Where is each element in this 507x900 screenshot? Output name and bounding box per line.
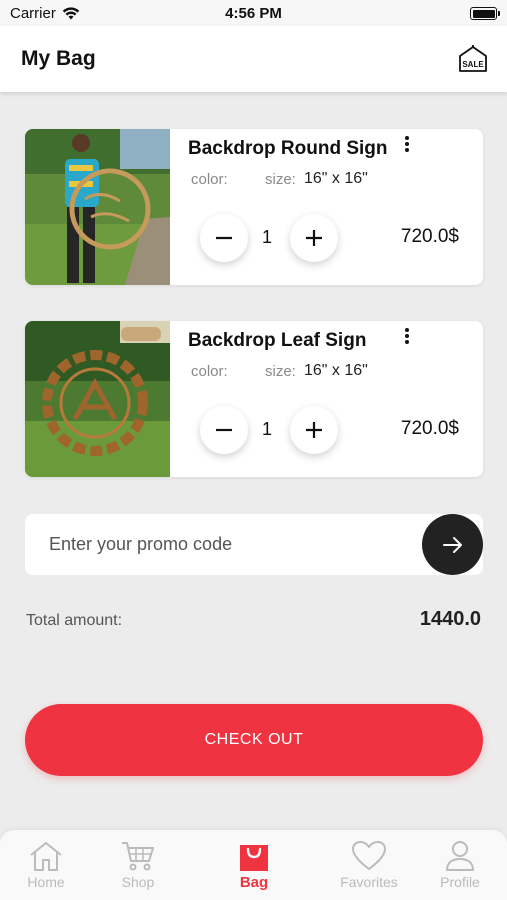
- bag-item-card: Backdrop Round Sign color: size: 16" x 1…: [25, 129, 483, 285]
- sale-tag-button[interactable]: SALE: [457, 43, 489, 75]
- total-amount-label: Total amount:: [26, 612, 123, 629]
- total-amount-value: 1440.0: [419, 608, 481, 630]
- quantity-value: 1: [262, 227, 273, 247]
- promo-code-box: [25, 514, 483, 575]
- tab-label: Profile: [440, 874, 480, 890]
- item-price: 720.0$: [400, 226, 459, 247]
- minus-icon: [216, 428, 232, 432]
- bag-item-card: Backdrop Leaf Sign color: size: 16" x 16…: [25, 321, 483, 477]
- app-header: My Bag SALE: [0, 26, 507, 92]
- plus-icon: [306, 230, 322, 246]
- profile-icon: [446, 841, 474, 871]
- tab-label: Home: [27, 874, 65, 890]
- product-name: Backdrop Leaf Sign: [188, 330, 367, 351]
- product-image-round-sign[interactable]: [25, 129, 170, 285]
- product-name: Backdrop Round Sign: [188, 138, 388, 159]
- tab-profile[interactable]: Profile: [420, 840, 500, 890]
- decrease-quantity-button[interactable]: [200, 214, 248, 262]
- sale-tag-icon: SALE: [459, 45, 487, 72]
- item-price: 720.0$: [400, 418, 459, 439]
- increase-quantity-button[interactable]: [290, 406, 338, 454]
- sale-tag-text: SALE: [462, 60, 484, 69]
- quantity-value: 1: [262, 419, 273, 439]
- status-time: 4:56 PM: [225, 5, 282, 22]
- home-icon: [30, 842, 62, 871]
- size-value: 16" x 16": [304, 170, 368, 187]
- checkout-button[interactable]: CHECK OUT: [25, 704, 483, 776]
- page-title: My Bag: [21, 47, 96, 70]
- bag-icon: [240, 845, 268, 871]
- more-options-icon[interactable]: [399, 326, 415, 350]
- bottom-tab-bar: Home Shop Bag Favorites Profile: [0, 830, 507, 900]
- color-label: color:: [191, 363, 228, 380]
- tab-label: Bag: [239, 874, 269, 891]
- status-bar: Carrier 4:56 PM: [0, 0, 507, 26]
- product-image-leaf-sign[interactable]: [25, 321, 170, 477]
- arrow-right-icon: [442, 536, 462, 553]
- tab-favorites[interactable]: Favorites: [329, 840, 409, 890]
- heart-icon: [352, 841, 386, 870]
- tab-label: Favorites: [340, 874, 398, 890]
- size-label: size:: [265, 363, 296, 380]
- tab-bag[interactable]: Bag: [214, 840, 294, 891]
- cart-icon: [122, 842, 154, 871]
- size-value: 16" x 16": [304, 362, 368, 379]
- more-options-icon[interactable]: [399, 134, 415, 158]
- increase-quantity-button[interactable]: [290, 214, 338, 262]
- battery-icon: [470, 7, 500, 20]
- plus-icon: [306, 422, 322, 438]
- decrease-quantity-button[interactable]: [200, 406, 248, 454]
- apply-promo-button[interactable]: [422, 514, 483, 575]
- promo-code-input[interactable]: [25, 514, 415, 575]
- minus-icon: [216, 236, 232, 240]
- size-label: size:: [265, 171, 296, 188]
- tab-label: Shop: [121, 874, 155, 890]
- tab-home[interactable]: Home: [6, 840, 86, 890]
- color-label: color:: [191, 171, 228, 188]
- tab-shop[interactable]: Shop: [98, 840, 178, 890]
